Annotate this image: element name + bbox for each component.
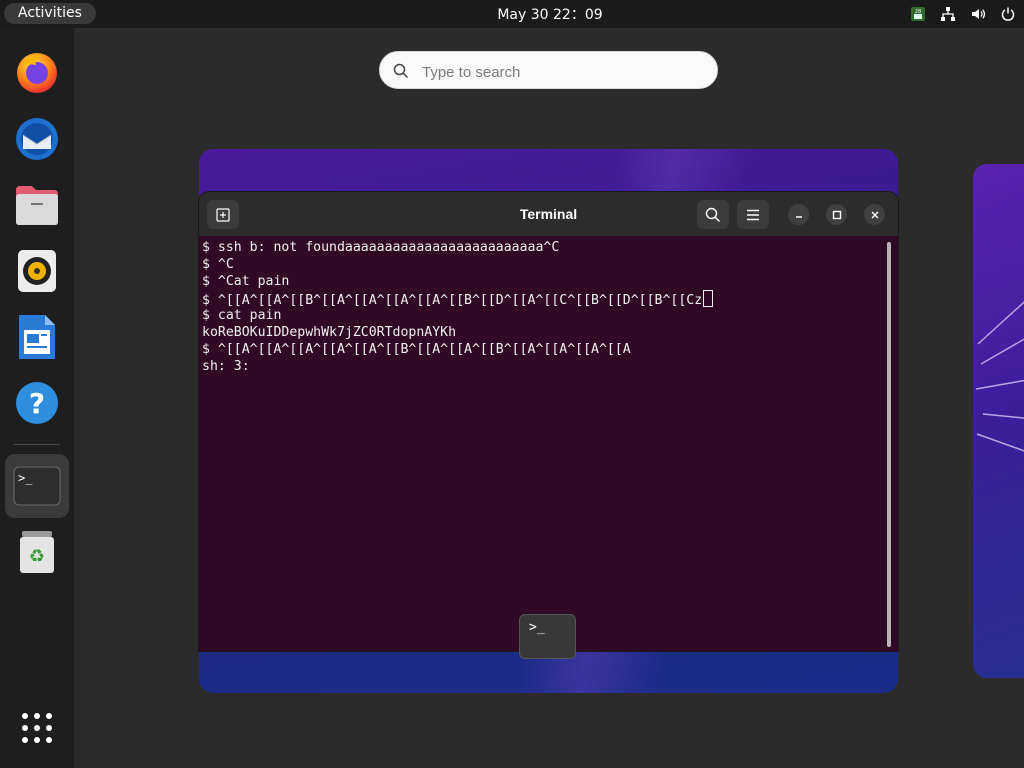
activities-button[interactable]: Activities bbox=[4, 3, 96, 24]
terminal-line: $ ^C bbox=[202, 257, 234, 272]
trash-icon: ♻ bbox=[20, 531, 54, 573]
help-icon: ? bbox=[16, 382, 58, 424]
minimize-button[interactable] bbox=[788, 204, 809, 225]
search-input[interactable] bbox=[420, 60, 704, 84]
firefox-launcher[interactable] bbox=[9, 44, 65, 100]
terminal-line: $ cat pain bbox=[202, 308, 282, 323]
maximize-button[interactable] bbox=[826, 204, 847, 225]
rhythmbox-icon bbox=[18, 250, 56, 292]
writer-icon bbox=[19, 315, 55, 359]
writer-launcher[interactable] bbox=[9, 309, 65, 365]
app-grid-icon bbox=[22, 713, 52, 743]
clock[interactable]: May 30 22：09 bbox=[480, 0, 620, 30]
terminal-header-bar[interactable]: Terminal bbox=[199, 192, 898, 236]
show-apps-button[interactable] bbox=[9, 700, 65, 756]
scrollbar[interactable] bbox=[887, 242, 891, 647]
trash-launcher[interactable]: ♻ bbox=[9, 524, 65, 580]
maximize-icon bbox=[832, 210, 841, 219]
wallpaper-streaks bbox=[975, 301, 1024, 452]
close-button[interactable] bbox=[864, 204, 885, 225]
terminal-line: $ ssh b: not foundaaaaaaaaaaaaaaaaaaaaaa… bbox=[202, 240, 560, 255]
search-icon bbox=[393, 63, 409, 79]
power-icon[interactable] bbox=[1000, 6, 1016, 22]
terminal-line: koReBOKuIDDepwhWk7jZC0RTdopnAYKh bbox=[202, 325, 457, 340]
volume-icon[interactable] bbox=[970, 6, 986, 22]
svg-text:?: ? bbox=[29, 387, 45, 420]
terminal-window[interactable]: Terminal $ ssh b: not foundaaaaaaaaaaaaa… bbox=[199, 192, 898, 651]
dock-separator bbox=[14, 444, 60, 445]
terminal-line-text: $ ^[[A^[[A^[[B^[[A^[[A^[[A^[[A^[[B^[[D^[… bbox=[202, 293, 703, 308]
thunderbird-icon bbox=[16, 118, 58, 160]
svg-text:>_: >_ bbox=[18, 471, 33, 485]
close-icon bbox=[871, 211, 878, 218]
dock: ? >_ ♻ bbox=[0, 28, 74, 768]
top-bar: Activities May 30 22：09 28 bbox=[0, 0, 1024, 28]
files-launcher[interactable] bbox=[9, 177, 65, 233]
terminal-line-with-cursor: $ ^[[A^[[A^[[B^[[A^[[A^[[A^[[A^[[B^[[D^[… bbox=[202, 290, 882, 308]
svg-text:♻: ♻ bbox=[29, 546, 45, 567]
firefox-icon bbox=[17, 53, 57, 93]
help-launcher[interactable]: ? bbox=[9, 375, 65, 431]
indicator-icon[interactable]: 28 bbox=[910, 6, 926, 22]
next-workspace-preview[interactable] bbox=[973, 164, 1024, 678]
terminal-line: sh: 3: bbox=[202, 359, 250, 374]
rhythmbox-launcher[interactable] bbox=[9, 243, 65, 299]
minimize-icon bbox=[795, 215, 802, 218]
terminal-line: $ ^Cat pain bbox=[202, 274, 290, 289]
terminal-launcher[interactable]: >_ bbox=[5, 454, 69, 518]
system-tray[interactable]: 28 bbox=[910, 4, 1016, 24]
hamburger-menu-icon bbox=[747, 209, 759, 220]
text-cursor bbox=[703, 290, 714, 307]
search-terminal-button[interactable] bbox=[697, 200, 729, 229]
files-icon bbox=[16, 186, 58, 225]
terminal-line: $ ^[[A^[[A^[[A^[[A^[[A^[[B^[[A^[[A^[[B^[… bbox=[202, 342, 631, 357]
terminal-output[interactable]: $ ssh b: not foundaaaaaaaaaaaaaaaaaaaaaa… bbox=[202, 239, 882, 649]
search-icon bbox=[705, 207, 720, 222]
terminal-icon: >_ bbox=[13, 466, 61, 506]
search-box[interactable] bbox=[379, 51, 718, 89]
terminal-icon: >_ bbox=[529, 620, 545, 635]
thunderbird-launcher[interactable] bbox=[9, 111, 65, 167]
svg-text:28: 28 bbox=[915, 9, 921, 15]
network-icon[interactable] bbox=[940, 6, 956, 22]
window-app-badge[interactable]: >_ bbox=[519, 614, 576, 659]
menu-button[interactable] bbox=[737, 200, 769, 229]
